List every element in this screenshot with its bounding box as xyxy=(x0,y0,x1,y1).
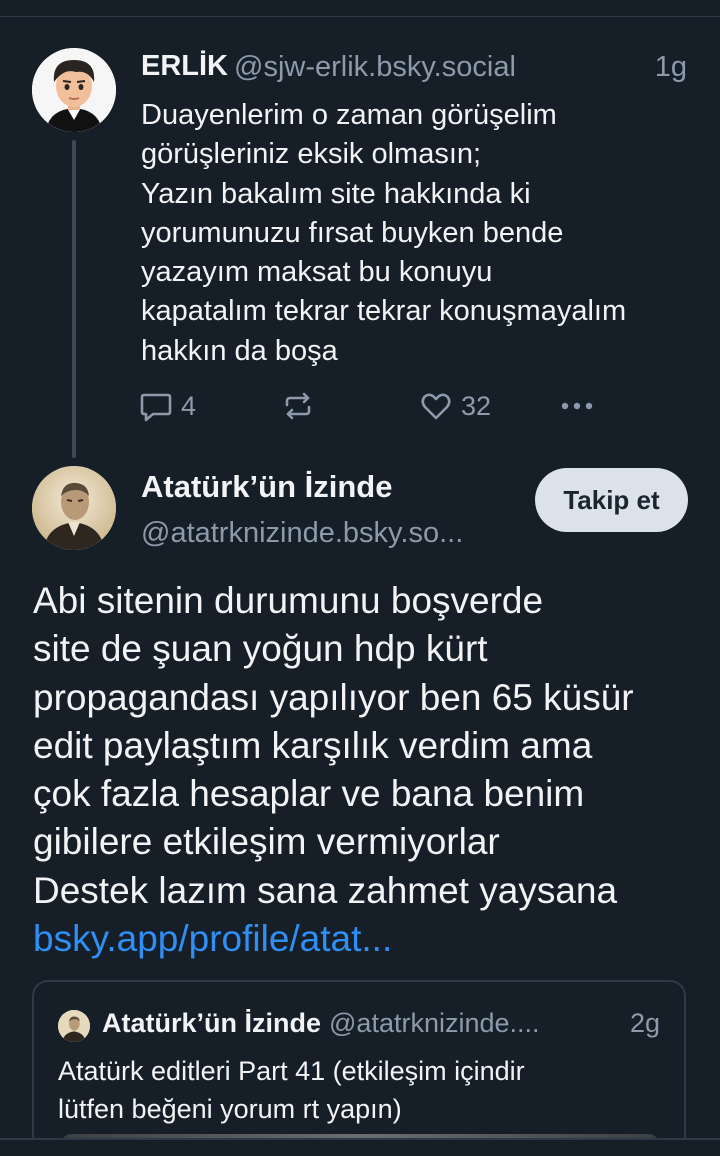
main-text-line: Destek lazım sana zahmet yaysana xyxy=(33,869,618,911)
quoted-post-text: Atatürk editleri Part 41 (etkileşim için… xyxy=(58,1052,668,1128)
main-text-line: propagandası yapılıyor ben 65 küsür xyxy=(33,676,634,718)
repost-icon xyxy=(285,392,311,420)
main-text-line: çok fazla hesaplar ve bana benim xyxy=(33,773,585,815)
parent-author-name[interactable]: ERLİK xyxy=(141,50,228,83)
parent-post-text[interactable]: Duayenlerim o zaman görüşelim görüşlerin… xyxy=(141,96,697,371)
like-icon xyxy=(421,393,451,420)
quoted-text-line: Atatürk editleri Part 41 (etkileşim için… xyxy=(58,1056,525,1086)
main-text-line: gibilere etkileşim vermiyorlar xyxy=(33,821,500,863)
main-text-line: edit paylaştım karşılık verdim ama xyxy=(33,724,593,766)
profile-link[interactable]: bsky.app/profile/atat... xyxy=(33,915,703,963)
bottom-bar xyxy=(0,1138,720,1156)
quoted-author-avatar xyxy=(58,1010,90,1042)
main-text-line: site de şuan yoğun hdp kürt xyxy=(33,628,488,670)
quoted-author-handle: @atatrknizinde.... xyxy=(329,1008,540,1038)
reply-icon xyxy=(140,393,172,422)
like-button[interactable]: 32 xyxy=(419,386,491,426)
thread-line xyxy=(72,140,76,458)
quoted-author-name: Atatürk’ün İzinde xyxy=(102,1008,322,1038)
more-options-button[interactable] xyxy=(557,386,597,426)
parent-text-line: yorumunuzu fırsat buyken bende xyxy=(141,216,564,249)
quoted-post-header: Atatürk’ün İzinde @atatrknizinde.... xyxy=(102,1008,540,1039)
quoted-text-line: lütfen beğeni yorum rt yapın) xyxy=(58,1094,402,1124)
repost-button[interactable] xyxy=(281,386,315,426)
main-post-text: Abi sitenin durumunu boşverde site de şu… xyxy=(33,577,703,963)
parent-text-line: yazayım maksat bu konuyu xyxy=(141,256,493,289)
erlik-avatar[interactable] xyxy=(32,48,116,132)
ataturk-avatar[interactable] xyxy=(32,466,116,550)
quoted-post-card[interactable]: Atatürk’ün İzinde @atatrknizinde.... 2g A… xyxy=(32,980,686,1156)
parent-post-time: 1g xyxy=(654,51,687,83)
parent-author-handle[interactable]: @sjw-erlik.bsky.social xyxy=(234,51,516,84)
like-count: 32 xyxy=(461,390,492,421)
parent-text-line: kapatalım tekrar tekrar konuşmayalım xyxy=(141,295,627,328)
top-divider xyxy=(0,16,720,17)
more-icon xyxy=(561,402,593,410)
reply-button[interactable]: 4 xyxy=(139,386,196,426)
reply-count: 4 xyxy=(181,390,197,421)
follow-button[interactable]: Takip et xyxy=(535,468,688,532)
thread-screen: ERLİK @sjw-erlik.bsky.social 1g Duayenle… xyxy=(0,0,720,1156)
parent-text-line: Yazın bakalım site hakkında ki xyxy=(141,177,531,210)
main-author-handle[interactable]: @atatrknizinde.bsky.so... xyxy=(141,517,463,550)
main-author-name[interactable]: Atatürk’ün İzinde xyxy=(141,469,392,505)
parent-text-line: Duayenlerim o zaman görüşelim xyxy=(141,99,557,131)
bottom-divider xyxy=(0,1138,720,1140)
parent-post-actions: 4 32 xyxy=(139,386,609,426)
parent-text-line: hakkın da boşa xyxy=(141,334,338,367)
quoted-post-time: 2g xyxy=(629,1008,660,1038)
main-text-line: Abi sitenin durumunu boşverde xyxy=(33,580,544,621)
parent-text-line: görüşleriniz eksik olmasın; xyxy=(141,138,482,171)
